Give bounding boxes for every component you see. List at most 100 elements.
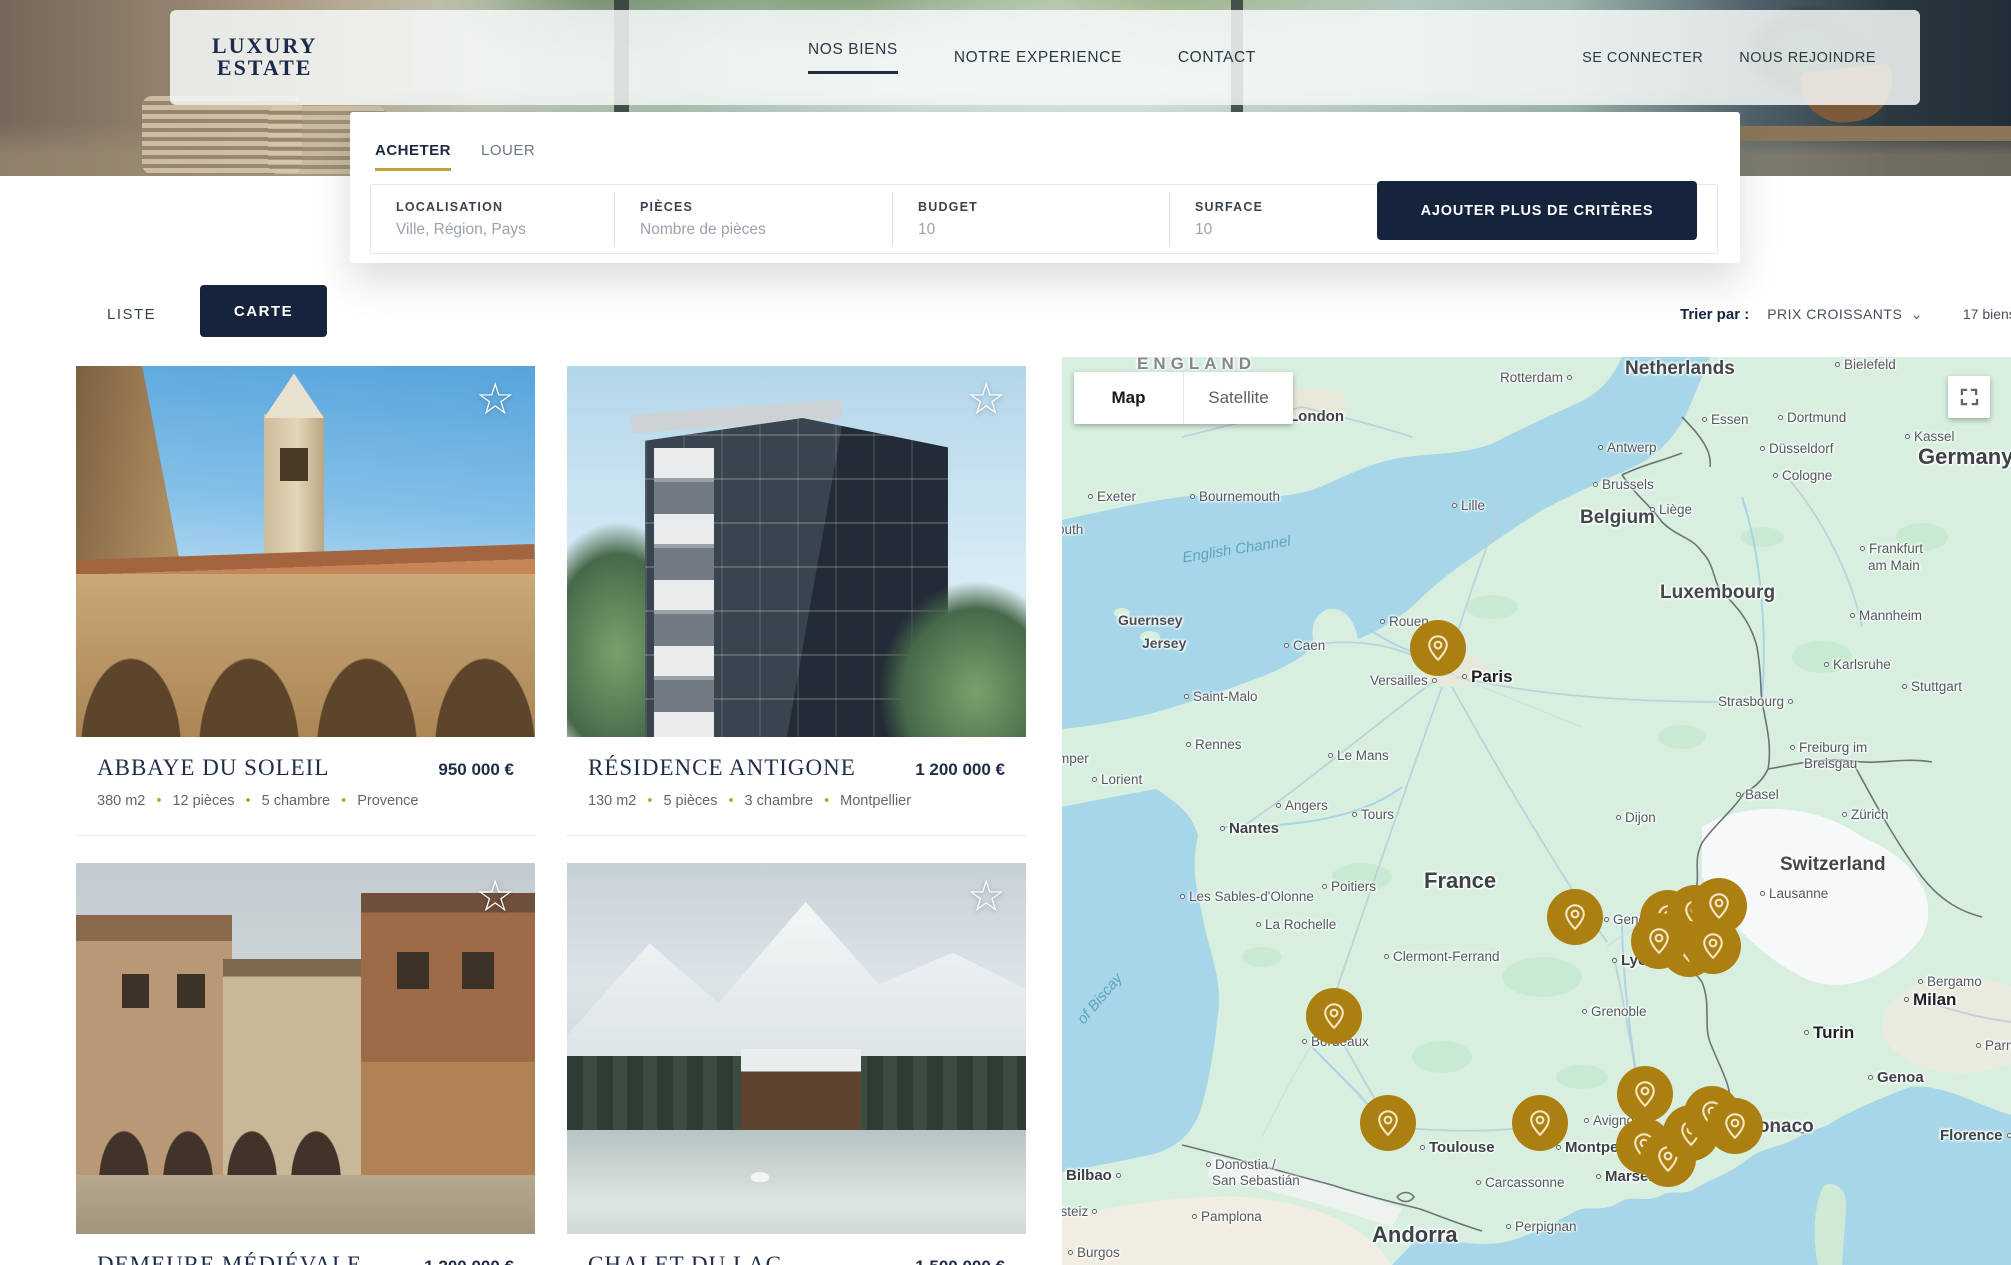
property-title[interactable]: RÉSIDENCE ANTIGONE — [588, 755, 856, 781]
filter-surface[interactable]: SURFACE 10 — [1169, 192, 1380, 246]
property-title[interactable]: DEMEURE MÉDIÉVALE — [97, 1252, 362, 1265]
filter-budget-label: BUDGET — [918, 200, 1169, 214]
nav-item-notre-experience[interactable]: NOTRE EXPERIENCE — [954, 49, 1122, 67]
meta-rooms: 5 pièces — [636, 793, 717, 809]
results-map[interactable]: ENGLANDRotterdamNetherlandsBielefeldLond… — [1062, 357, 2011, 1265]
property-card[interactable]: RÉSIDENCE ANTIGONE 1 200 000 € 130 m2 5 … — [567, 366, 1026, 836]
top-navigation-bar: LUXURY ESTATE NOS BIENS NOTRE EXPERIENCE… — [170, 10, 1920, 105]
add-criteria-button[interactable]: AJOUTER PLUS DE CRITÈRES — [1377, 181, 1697, 240]
property-info: DEMEURE MÉDIÉVALE 1 200 000 € — [76, 1234, 535, 1265]
property-info: CHALET DU LAC 1 500 000 € — [567, 1234, 1026, 1265]
property-card[interactable]: ABBAYE DU SOLEIL 950 000 € 380 m2 12 piè… — [76, 366, 535, 836]
photo-decor — [397, 952, 429, 989]
filter-localisation-label: LOCALISATION — [396, 200, 614, 214]
sort-control: Trier par : PRIX CROISSANTS 17 biens — [1680, 305, 2011, 323]
property-marker[interactable] — [1410, 620, 1466, 676]
location-pin-icon — [1423, 633, 1453, 663]
property-info: ABBAYE DU SOLEIL 950 000 € 380 m2 12 piè… — [76, 737, 535, 836]
location-pin-icon — [1525, 1108, 1555, 1138]
nav-item-nos-biens[interactable]: NOS BIENS — [808, 41, 898, 74]
meta-rooms: 12 pièces — [145, 793, 234, 809]
property-marker[interactable] — [1360, 1095, 1416, 1151]
map-view-button[interactable]: Map — [1074, 372, 1184, 424]
hero-shelf-decor — [1735, 126, 2011, 141]
filter-localisation[interactable]: LOCALISATION Ville, Région, Pays — [371, 192, 614, 246]
photo-decor — [567, 1130, 1026, 1234]
location-pin-icon — [1630, 1079, 1660, 1109]
page: LUXURY ESTATE NOS BIENS NOTRE EXPERIENCE… — [0, 0, 2011, 1265]
filter-surface-label: SURFACE — [1195, 200, 1380, 214]
filter-budget[interactable]: BUDGET 10 — [892, 192, 1169, 246]
filter-pieces-input[interactable]: Nombre de pièces — [640, 221, 892, 239]
photo-decor — [462, 952, 494, 989]
property-marker[interactable] — [1617, 1066, 1673, 1122]
property-marker[interactable] — [1685, 918, 1741, 974]
property-title[interactable]: CHALET DU LAC — [588, 1252, 782, 1265]
main-nav: NOS BIENS NOTRE EXPERIENCE CONTACT — [808, 10, 1256, 105]
photo-decor — [280, 448, 308, 481]
property-photo[interactable] — [76, 863, 535, 1234]
photo-decor — [264, 373, 324, 418]
photo-decor — [741, 1049, 860, 1131]
view-toggle-carte[interactable]: CARTE — [200, 285, 327, 337]
favorite-star-icon[interactable] — [476, 378, 515, 422]
photo-decor — [751, 1172, 769, 1182]
favorite-star-icon[interactable] — [967, 378, 1006, 422]
property-price: 1 200 000 € — [915, 760, 1005, 780]
filter-pieces[interactable]: PIÈCES Nombre de pièces — [614, 192, 892, 246]
join-link[interactable]: NOUS REJOINDRE — [1739, 50, 1876, 66]
property-photo[interactable] — [567, 366, 1026, 737]
filter-surface-input[interactable]: 10 — [1195, 221, 1380, 239]
property-photo[interactable] — [76, 366, 535, 737]
property-meta: 130 m2 5 pièces 3 chambre Montpellier — [588, 793, 1005, 809]
map-type-control: Map Satellite — [1074, 372, 1293, 424]
photo-decor — [76, 574, 535, 737]
photo-decor — [361, 893, 535, 1175]
location-pin-icon — [1373, 1108, 1403, 1138]
photo-decor — [122, 974, 150, 1007]
property-marker[interactable] — [1631, 913, 1687, 969]
tab-acheter[interactable]: ACHETER — [375, 142, 451, 171]
sort-label: Trier par : — [1680, 306, 1749, 323]
search-filter-panel: ACHETER LOUER LOCALISATION Ville, Région… — [350, 112, 1740, 263]
property-title[interactable]: ABBAYE DU SOLEIL — [97, 755, 329, 781]
photo-decor — [177, 974, 205, 1007]
results-count: 17 biens — [1963, 306, 2011, 322]
filter-localisation-input[interactable]: Ville, Région, Pays — [396, 221, 614, 239]
meta-surface: 380 m2 — [97, 793, 145, 809]
property-card[interactable]: CHALET DU LAC 1 500 000 € — [567, 863, 1026, 1265]
property-marker[interactable] — [1512, 1095, 1568, 1151]
location-pin-icon — [1704, 891, 1734, 921]
brand-logo-line1: LUXURY — [212, 35, 317, 57]
brand-logo[interactable]: LUXURY ESTATE — [212, 35, 317, 79]
nav-item-contact[interactable]: CONTACT — [1178, 49, 1256, 67]
location-pin-icon — [1319, 1001, 1349, 1031]
property-marker[interactable] — [1547, 889, 1603, 945]
fullscreen-button[interactable] — [1948, 376, 1990, 418]
tab-louer[interactable]: LOUER — [481, 142, 535, 171]
satellite-view-button[interactable]: Satellite — [1184, 372, 1293, 424]
chevron-down-icon[interactable] — [1910, 305, 1923, 323]
property-marker[interactable] — [1306, 988, 1362, 1044]
favorite-star-icon[interactable] — [476, 875, 515, 919]
photo-decor — [94, 1115, 351, 1174]
property-photo[interactable] — [567, 863, 1026, 1234]
location-pin-icon — [1698, 931, 1728, 961]
location-pin-icon — [1644, 926, 1674, 956]
brand-logo-line2: ESTATE — [212, 57, 317, 79]
meta-bedrooms: 3 chambre — [717, 793, 813, 809]
filter-budget-input[interactable]: 10 — [918, 221, 1169, 239]
property-marker[interactable] — [1707, 1098, 1763, 1154]
sort-value-dropdown[interactable]: PRIX CROISSANTS — [1767, 306, 1902, 322]
meta-location: Provence — [330, 793, 418, 809]
meta-bedrooms: 5 chambre — [235, 793, 331, 809]
meta-location: Montpellier — [813, 793, 911, 809]
login-link[interactable]: SE CONNECTER — [1582, 50, 1703, 66]
map-markers-layer — [1062, 357, 2011, 1265]
photo-decor — [654, 448, 714, 737]
property-card[interactable]: DEMEURE MÉDIÉVALE 1 200 000 € — [76, 863, 535, 1265]
favorite-star-icon[interactable] — [967, 875, 1006, 919]
property-price: 1 200 000 € — [424, 1257, 514, 1265]
auth-nav: SE CONNECTER NOUS REJOINDRE — [1582, 10, 1876, 105]
view-toggle-liste[interactable]: LISTE — [107, 306, 156, 323]
